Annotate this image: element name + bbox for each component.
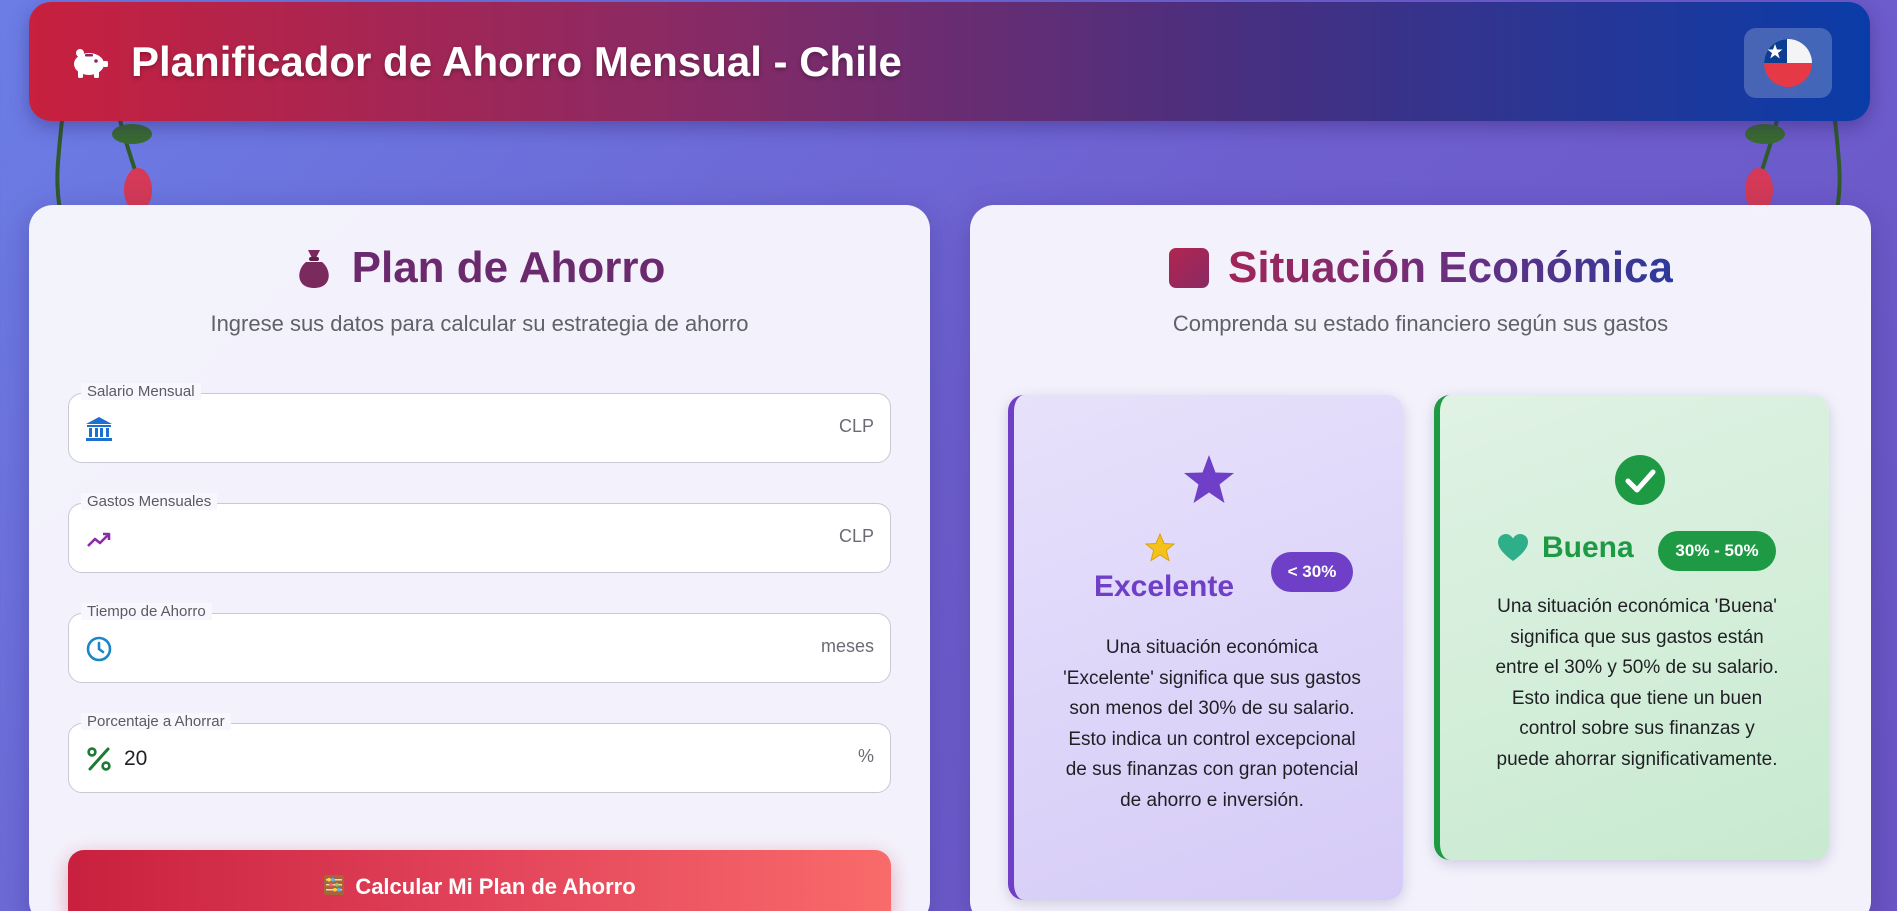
plan-panel-title: Plan de Ahorro [351,243,666,292]
calculate-plan-button[interactable]: Calcular Mi Plan de Ahorro [68,850,891,911]
savings-plan-panel: Plan de Ahorro Ingrese sus datos para ca… [29,205,930,911]
plan-panel-subtitle: Ingrese sus datos para calcular su estra… [210,311,749,336]
savings-percent-unit: % [857,746,874,766]
savings-percent-field[interactable]: Porcentaje a Ahorrar % [68,713,891,793]
excellent-status-card: < 30% Excelente Una situación económica … [1008,395,1403,900]
percent-icon [87,747,111,771]
savings-time-input[interactable] [124,632,764,666]
salary-label: Salario Mensual [81,383,201,400]
good-range-badge: 30% - 50% [1658,531,1776,571]
savings-time-field[interactable]: Tiempo de Ahorro meses [68,603,891,683]
plan-panel-heading: Plan de Ahorro [29,243,930,293]
savings-percent-label: Porcentaje a Ahorrar [81,713,231,730]
app-header: Planificador de Ahorro Mensual - Chile [29,2,1870,121]
situation-panel-heading: Situación Económica [970,243,1871,293]
expenses-unit: CLP [838,526,874,546]
expenses-label: Gastos Mensuales [81,493,218,510]
situation-panel-title: Situación Económica [1228,243,1673,292]
piggy-bank-icon [74,48,108,78]
savings-percent-input[interactable] [124,742,764,776]
situation-panel-subtitle: Comprenda su estado financiero según sus… [1172,311,1669,336]
good-description: Una situación económica 'Buena' signific… [1495,596,1779,770]
salary-field[interactable]: Salario Mensual CLP [68,383,891,463]
clock-icon [86,636,112,662]
chile-flag-button[interactable] [1744,28,1832,98]
savings-time-label: Tiempo de Ahorro [81,603,212,620]
good-heading: Buena [1542,531,1634,564]
excellent-heading: Excelente [1093,570,1235,603]
money-bag-icon [298,250,329,288]
star-emoji-icon [1144,532,1176,562]
chili-decoration-left [55,120,152,210]
salary-input[interactable] [124,412,764,446]
calculate-plan-label: Calcular Mi Plan de Ahorro [355,874,636,899]
app-title: Planificador de Ahorro Mensual - Chile [131,37,902,85]
expenses-input[interactable] [124,522,764,556]
trending-up-icon [87,532,111,547]
chili-decoration-right [1745,120,1842,210]
excellent-description: Una situación económica 'Excelente' sign… [1063,637,1361,811]
good-heading-row: Buena [1498,531,1634,565]
savings-time-unit: meses [820,636,874,656]
star-icon [1183,455,1234,503]
green-heart-icon [1498,534,1528,561]
bank-icon [86,417,112,441]
good-status-card: Buena 30% - 50% Una situación económica … [1434,395,1829,860]
chile-flag-icon [1764,39,1812,87]
check-circle-icon [1614,455,1665,505]
economic-situation-panel: Situación Económica Comprenda su estado … [970,205,1871,911]
square-icon [1169,248,1209,288]
expenses-field[interactable]: Gastos Mensuales CLP [68,493,891,573]
salary-unit: CLP [838,416,874,436]
abacus-icon [324,875,345,895]
